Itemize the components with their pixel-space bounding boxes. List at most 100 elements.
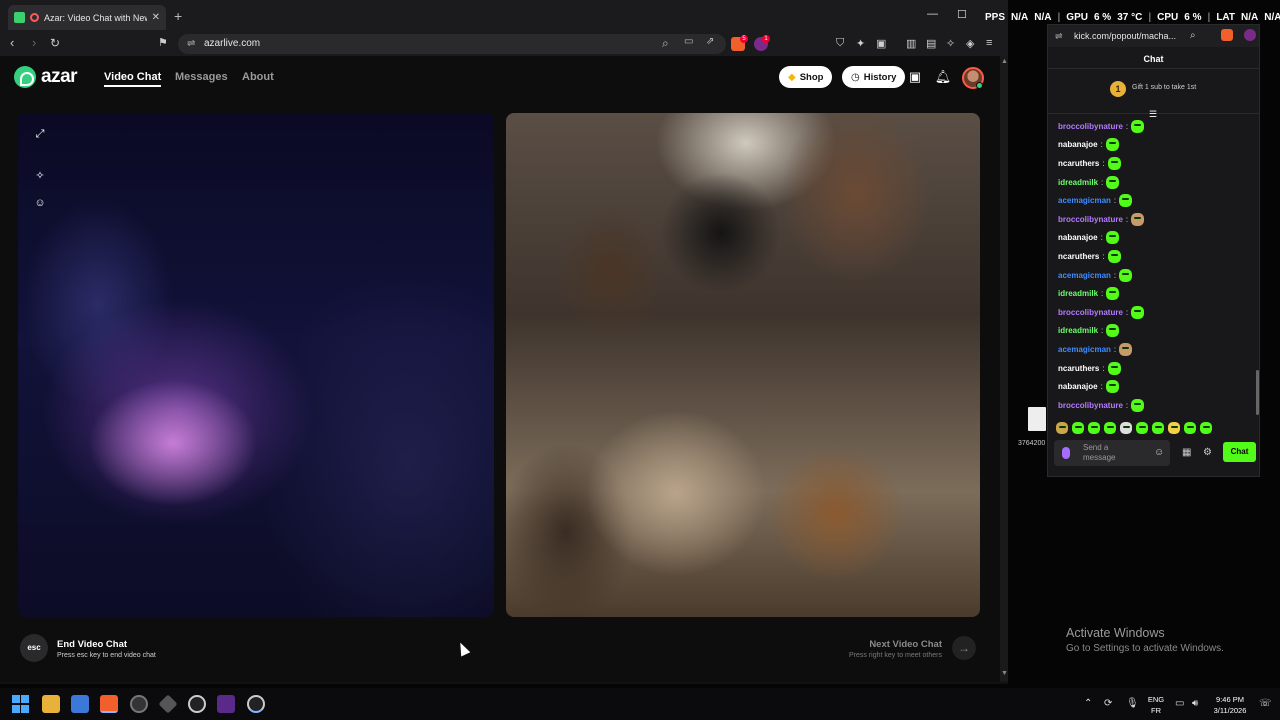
- magic-wand-icon[interactable]: ✧: [33, 169, 47, 183]
- back-button[interactable]: ‹: [10, 36, 14, 50]
- extensions-icon[interactable]: ✦: [856, 37, 865, 50]
- address-bar[interactable]: ⇌ azarlive.com ⌕ ▭ ⇗: [178, 34, 726, 54]
- chat-scrollbar[interactable]: [1256, 370, 1259, 415]
- leo-ai-icon[interactable]: ✧: [946, 37, 955, 50]
- sticker-icon[interactable]: ☺: [33, 196, 47, 210]
- network-icon[interactable]: ▭: [1175, 698, 1184, 709]
- emote-icon[interactable]: [1152, 422, 1164, 434]
- history-button[interactable]: ◷ History: [842, 66, 906, 88]
- settings-gear-icon[interactable]: ⚙: [1203, 447, 1212, 458]
- chat-username[interactable]: idreadmilk: [1058, 178, 1098, 187]
- emote-icon[interactable]: [1088, 422, 1100, 434]
- chat-username[interactable]: nabanajoe: [1058, 140, 1098, 149]
- emote-icon: [1131, 305, 1145, 319]
- chat-username[interactable]: idreadmilk: [1058, 326, 1098, 335]
- emote-icon: [1105, 231, 1119, 245]
- rewards-icon[interactable]: [1244, 29, 1256, 41]
- reload-button[interactable]: ↻: [50, 36, 60, 50]
- brave-shields-icon[interactable]: [1221, 29, 1233, 41]
- chat-header: Chat: [1048, 49, 1259, 69]
- clock-date: 3/11/2026: [1213, 706, 1247, 715]
- emoji-picker-icon[interactable]: ☺: [1154, 447, 1164, 458]
- new-tab-button[interactable]: +: [174, 9, 182, 23]
- scroll-up-icon[interactable]: ▲: [1001, 58, 1008, 65]
- app-icon[interactable]: [158, 694, 178, 714]
- chat-username[interactable]: ncaruthers: [1058, 252, 1099, 261]
- emote-icon[interactable]: [1136, 422, 1148, 434]
- menu-icon[interactable]: ≡: [986, 37, 992, 49]
- obs-icon[interactable]: [130, 695, 148, 713]
- store-icon[interactable]: [71, 695, 89, 713]
- maximize-button[interactable]: ☐: [957, 8, 967, 21]
- chat-message-input[interactable]: Send a message ☺: [1054, 440, 1170, 466]
- chat-username[interactable]: broccolibynature: [1058, 215, 1123, 224]
- chat-username[interactable]: acemagicman: [1058, 196, 1111, 205]
- volume-icon[interactable]: 🔊︎: [1192, 698, 1198, 709]
- gift-icon[interactable]: ▦: [1182, 447, 1191, 458]
- search-icon[interactable]: ⌕: [1190, 30, 1196, 41]
- send-chat-button[interactable]: Chat: [1223, 442, 1256, 462]
- gift-sub-banner[interactable]: 1 Gift 1 sub to take 1st: [1048, 75, 1259, 103]
- chat-username[interactable]: acemagicman: [1058, 271, 1111, 280]
- screenshot-icon[interactable]: ▣: [876, 37, 886, 50]
- scroll-down-icon[interactable]: ▼: [1001, 670, 1008, 677]
- nav-about[interactable]: About: [242, 71, 274, 83]
- microphone-icon[interactable]: [1062, 447, 1070, 459]
- emote-icon[interactable]: [1184, 422, 1196, 434]
- cast-icon[interactable]: ▭: [684, 36, 693, 47]
- chat-username[interactable]: nabanajoe: [1058, 382, 1098, 391]
- next-video-chat-hint: Press right key to meet others: [849, 652, 942, 659]
- bell-icon[interactable]: 🔔︎: [934, 68, 952, 86]
- site-info-icon[interactable]: ⇌: [1055, 31, 1063, 42]
- app-g2-icon[interactable]: [247, 695, 265, 713]
- shop-button[interactable]: ◆ Shop: [779, 66, 833, 88]
- share-icon[interactable]: ⇗: [706, 36, 714, 47]
- site-info-icon[interactable]: ⇌: [187, 38, 195, 49]
- start-button[interactable]: [12, 695, 30, 713]
- chat-username[interactable]: idreadmilk: [1058, 289, 1098, 298]
- inbox-icon[interactable]: ▣: [906, 68, 924, 86]
- chat-username[interactable]: ncaruthers: [1058, 159, 1099, 168]
- chat-username[interactable]: ncaruthers: [1058, 364, 1099, 373]
- search-icon[interactable]: ⌕: [662, 36, 669, 51]
- desktop-file-icon[interactable]: [1028, 407, 1046, 431]
- chat-username[interactable]: broccolibynature: [1058, 308, 1123, 317]
- chat-username[interactable]: acemagicman: [1058, 345, 1111, 354]
- tray-overflow-icon[interactable]: ⌃: [1084, 698, 1092, 709]
- sync-icon[interactable]: ⟳: [1104, 698, 1112, 709]
- vpn-icon[interactable]: ◈: [966, 37, 974, 50]
- bookmark-icon[interactable]: ⚑: [158, 36, 168, 50]
- emote-icon[interactable]: [1168, 422, 1180, 434]
- esc-button[interactable]: esc: [20, 634, 48, 662]
- chat-username[interactable]: broccolibynature: [1058, 401, 1123, 410]
- clock-time[interactable]: 9:46 PM: [1208, 695, 1252, 704]
- app-g-icon[interactable]: [188, 695, 206, 713]
- microphone-icon[interactable]: 🎙︎: [1126, 698, 1139, 709]
- chat-username[interactable]: broccolibynature: [1058, 122, 1123, 131]
- language-indicator[interactable]: ENG: [1146, 695, 1166, 704]
- expand-icon[interactable]: ⤢: [33, 127, 47, 141]
- next-app-icon[interactable]: [217, 695, 235, 713]
- page-scrollbar[interactable]: ▲ ▼: [1000, 56, 1008, 682]
- nav-video-chat[interactable]: Video Chat: [104, 71, 162, 87]
- shield-icon[interactable]: ⛉: [836, 37, 844, 50]
- kick-address-bar[interactable]: ⇌ kick.com/popout/macha... ⌕: [1048, 25, 1259, 47]
- close-tab-icon[interactable]: ✕: [152, 12, 160, 23]
- emote-icon[interactable]: [1072, 422, 1084, 434]
- next-chat-arrow-button[interactable]: →: [952, 636, 976, 660]
- sidebar-icon[interactable]: ▥: [906, 37, 916, 50]
- minimize-button[interactable]: —: [927, 8, 938, 20]
- emote-icon[interactable]: [1120, 422, 1132, 434]
- notifications-icon[interactable]: ☏: [1259, 698, 1272, 709]
- wallet-icon[interactable]: ▤: [926, 37, 936, 50]
- file-explorer-icon[interactable]: [42, 695, 60, 713]
- forward-button[interactable]: ›: [32, 36, 36, 50]
- emote-icon[interactable]: [1056, 422, 1068, 434]
- azar-logo[interactable]: azar: [14, 66, 78, 88]
- tab-azar[interactable]: Azar: Video Chat with New Pe ✕: [8, 5, 166, 30]
- emote-icon[interactable]: [1200, 422, 1212, 434]
- emote-icon[interactable]: [1104, 422, 1116, 434]
- brave-browser-icon[interactable]: [100, 695, 118, 713]
- nav-messages[interactable]: Messages: [175, 71, 228, 83]
- chat-username[interactable]: nabanajoe: [1058, 233, 1098, 242]
